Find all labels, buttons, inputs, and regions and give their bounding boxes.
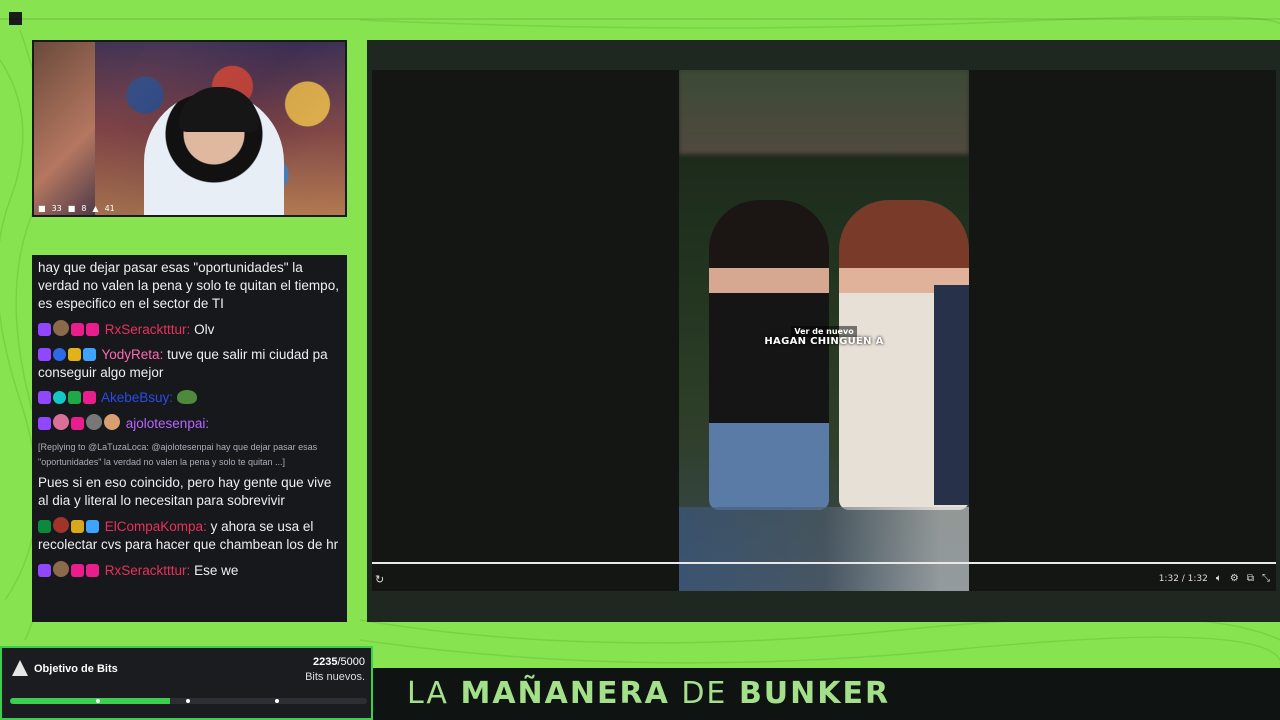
chat-text: tuve que salir mi ciudad pa conseguir al… (38, 347, 328, 380)
volume-icon[interactable]: 🔈︎ (1216, 573, 1222, 584)
chat-message: hay que dejar pasar esas "oportunidades"… (38, 259, 341, 313)
video-caption: HAGAN CHINGUEN A (764, 336, 884, 347)
milestone-dot (275, 699, 279, 703)
chat-message: AkebeBsuy: (38, 389, 341, 407)
reply-context: [Replying to @LaTuzaLoca: @ajolotesenpai… (38, 442, 318, 467)
crown-badge-icon (71, 520, 84, 533)
chat-text: hay que dejar pasar esas "oportunidades"… (38, 260, 339, 311)
chat-text: Pues si en eso coincido, pero hay gente … (38, 475, 332, 508)
progress-bar[interactable] (372, 562, 1276, 564)
sub-badge-icon (86, 564, 99, 577)
sub-badge-icon (83, 391, 96, 404)
settings-icon[interactable]: ⚙ (1230, 573, 1239, 584)
chat-username[interactable]: AkebeBsuy: (101, 390, 173, 405)
time-display: 1:32 / 1:32 (1158, 573, 1208, 584)
user-badge-icon (53, 391, 66, 404)
chat-message: RxSeracktttur: Ese we (38, 561, 341, 580)
check-badge-icon (68, 391, 81, 404)
cat-badge-icon (68, 348, 81, 361)
bits-progress-fill (10, 698, 170, 704)
k-badge-icon (38, 520, 51, 533)
chat-message: ajolotesenpai: (38, 414, 341, 433)
chat-panel[interactable]: hay que dejar pasar esas "oportunidades"… (32, 255, 347, 622)
chat-message: ElCompaKompa: y ahora se usa el recolect… (38, 517, 341, 554)
person-left (709, 200, 829, 510)
avatar-icon (53, 320, 69, 336)
chat-text: Olv (194, 322, 215, 337)
heart-badge-icon (71, 417, 84, 430)
bits-icon (12, 660, 28, 676)
stat-viewers: 33 (51, 204, 62, 213)
twitch-badge-icon (38, 391, 51, 404)
stat-followers: 8 (81, 204, 87, 213)
chat-username[interactable]: RxSeracktttur: (105, 322, 191, 337)
chat-username[interactable]: ajolotesenpai: (126, 416, 209, 431)
twitch-badge-icon (38, 417, 51, 430)
sub-badge-icon (86, 520, 99, 533)
user-icon: ▲ (92, 204, 99, 213)
title-part: MAÑANERA (460, 676, 670, 711)
title-part: DE (669, 676, 739, 711)
cat-badge-icon (86, 414, 102, 430)
drop-badge-icon (104, 414, 120, 430)
user-badge-icon (53, 348, 66, 361)
bits-subtitle: Bits nuevos. (305, 671, 365, 683)
avatar-icon (53, 414, 69, 430)
popout-icon[interactable]: ⧉ (1247, 573, 1254, 584)
bits-current: 2235 (312, 656, 338, 668)
video-content[interactable]: Ver de nuevo HAGAN CHINGUEN A (679, 70, 969, 591)
milestone-dot (186, 699, 190, 703)
stream-stats: ■ 33 ■ 8 ▲ 41 (38, 204, 115, 213)
show-title-banner: LA MAÑANERA DE BUNKER (373, 668, 1280, 720)
chat-message: RxSeracktttur: Olv (38, 320, 341, 339)
crown-badge-icon (83, 348, 96, 361)
show-title: LA MAÑANERA DE BUNKER (407, 676, 890, 711)
sub-badge-icon (86, 323, 99, 336)
heart-badge-icon (71, 564, 84, 577)
twitch-badge-icon (38, 348, 51, 361)
chat-username[interactable]: ElCompaKompa: (105, 519, 207, 534)
video-blur-bottom (679, 507, 969, 591)
chat-username[interactable]: YodyReta: (102, 347, 164, 362)
title-part: BUNKER (738, 676, 891, 711)
video-blur-top (679, 70, 969, 154)
chat-message: Pues si en eso coincido, pero hay gente … (38, 474, 341, 510)
heart-badge-icon (71, 323, 84, 336)
twitch-badge-icon (38, 564, 51, 577)
jacket (934, 285, 969, 505)
bits-goal-widget: Objetivo de Bits 2235/5000 Bits nuevos. (0, 646, 373, 720)
avatar-icon (53, 561, 69, 577)
chat-username[interactable]: RxSeracktttur: (105, 563, 191, 578)
pepe-emote-icon (176, 390, 197, 404)
avatar-icon (53, 517, 69, 533)
replay-icon[interactable]: ↻ (375, 573, 384, 586)
fullscreen-icon[interactable]: ⤡ (1262, 573, 1270, 584)
heart-icon: ■ (67, 204, 76, 213)
player-controls: 1:32 / 1:32 🔈︎ ⚙ ⧉ ⤡ (1159, 573, 1270, 584)
bits-total: /5000 (337, 656, 365, 668)
chat-text: Ese we (194, 563, 239, 578)
stat-subs: 41 (104, 204, 115, 213)
top-divider (0, 18, 1280, 20)
title-part: LA (407, 676, 461, 711)
bits-count: 2235/5000 (313, 656, 365, 668)
chat-message: YodyReta: tuve que salir mi ciudad pa co… (38, 346, 341, 382)
webcam-feed: ■ 33 ■ 8 ▲ 41 (32, 40, 347, 217)
bits-goal-title: Objetivo de Bits (34, 663, 118, 675)
milestone-dot (96, 699, 100, 703)
viewer-icon: ■ (38, 204, 46, 213)
twitch-badge-icon (38, 323, 51, 336)
replay-button[interactable]: Ver de nuevo (679, 326, 969, 337)
